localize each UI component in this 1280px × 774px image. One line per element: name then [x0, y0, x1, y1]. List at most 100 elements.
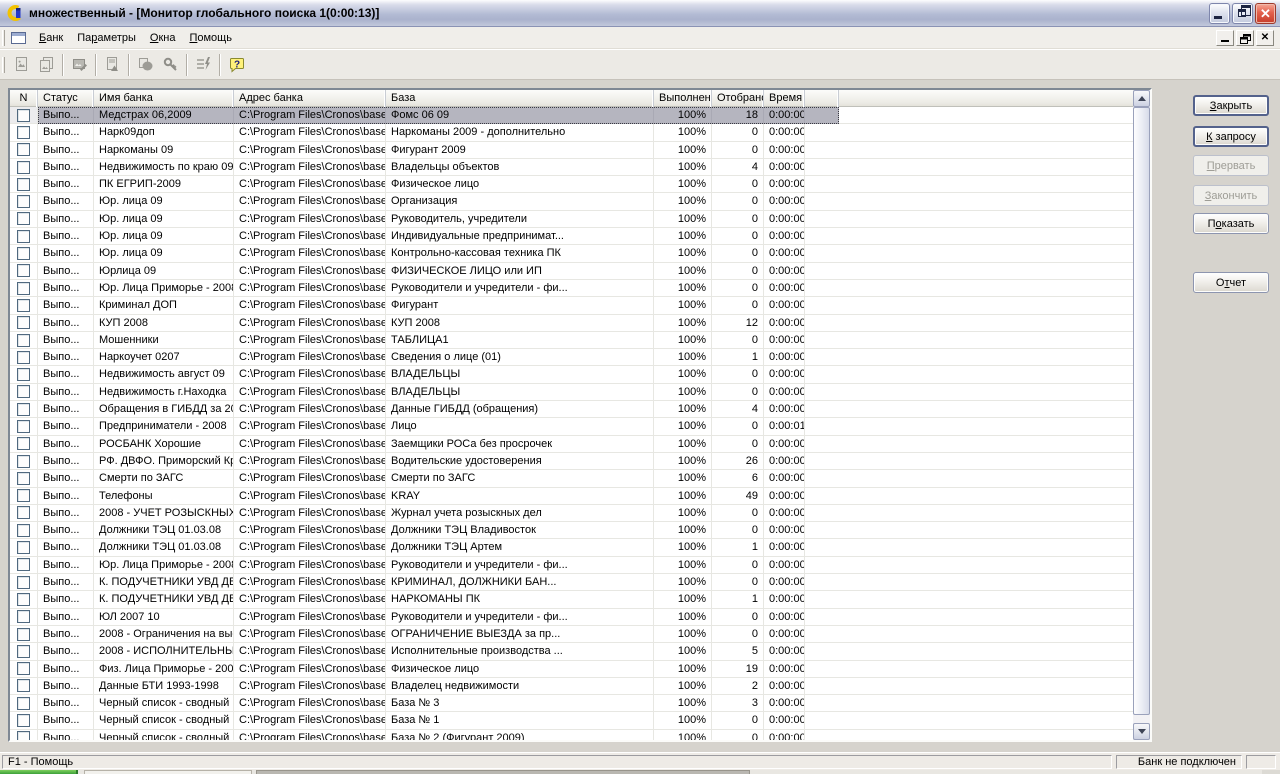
row-checkbox[interactable]: [17, 506, 30, 520]
column-header-status[interactable]: Статус: [38, 90, 94, 107]
toolbar-copy-button[interactable]: [134, 53, 157, 76]
row-checkbox[interactable]: [17, 108, 30, 122]
column-header-done[interactable]: Выполнено: [654, 90, 712, 107]
toolbar-view-doc-button[interactable]: [101, 53, 124, 76]
start-button-sliver[interactable]: [0, 770, 78, 774]
column-header-n[interactable]: N: [10, 90, 38, 107]
row-checkbox[interactable]: [17, 333, 30, 347]
row-checkbox[interactable]: [17, 679, 30, 693]
table-row[interactable]: Выпо...РФ. ДВФО. Приморский Край. Г...C:…: [10, 452, 1133, 471]
row-checkbox[interactable]: [17, 195, 30, 209]
mdi-restore-button[interactable]: [1236, 29, 1254, 46]
row-checkbox[interactable]: [17, 610, 30, 624]
taskbar-active-button-sliver[interactable]: [256, 770, 750, 774]
row-checkbox[interactable]: [17, 541, 30, 555]
table-row[interactable]: Выпо... Обращения в ГИБДД за 2008 C:\Progr…: [10, 401, 1133, 419]
table-row[interactable]: Выпо... КУП 2008 C:\Program Files\Cronos\b…: [10, 314, 1133, 332]
menu-item-help[interactable]: Помощь: [182, 29, 239, 47]
table-row[interactable]: Выпо... Юр. лица 09 C:\Program Files\Crono…: [10, 245, 1133, 263]
scroll-track[interactable]: [1133, 107, 1150, 723]
row-checkbox[interactable]: [17, 627, 30, 641]
row-checkbox[interactable]: [17, 592, 30, 606]
row-checkbox[interactable]: [17, 229, 30, 243]
row-checkbox[interactable]: [17, 247, 30, 261]
table-row[interactable]: Выпо... Мошенники C:\Program Files\Cronos\…: [10, 331, 1133, 350]
report-button[interactable]: Отчет: [1193, 272, 1269, 293]
table-row[interactable]: Выпо... Недвижимость г.Находка C:\Program …: [10, 383, 1133, 402]
column-header-time[interactable]: Время: [764, 90, 805, 107]
row-checkbox[interactable]: [17, 264, 30, 278]
table-row[interactable]: Выпо... РОСБАНК Хорошие C:\Program Files\C…: [10, 435, 1133, 453]
row-checkbox[interactable]: [17, 160, 30, 174]
table-row[interactable]: Выпо... Наркоманы 09 C:\Program Files\Cron…: [10, 141, 1133, 159]
scroll-up-button[interactable]: [1133, 90, 1150, 107]
row-checkbox[interactable]: [17, 350, 30, 364]
mdi-close-button[interactable]: ✕: [1256, 29, 1274, 46]
column-header-name[interactable]: Имя банка: [94, 90, 234, 107]
row-checkbox[interactable]: [17, 523, 30, 537]
row-checkbox[interactable]: [17, 212, 30, 226]
table-row[interactable]: Выпо... Недвижимость август 09 C:\Program …: [10, 366, 1133, 384]
toolbar-help-button[interactable]: ?: [225, 53, 248, 76]
row-checkbox[interactable]: [17, 644, 30, 658]
row-checkbox[interactable]: [17, 177, 30, 191]
row-checkbox[interactable]: [17, 125, 30, 139]
toolbar-properties-button[interactable]: [192, 53, 215, 76]
table-row[interactable]: Выпо... Смерти по ЗАГС C:\Program Files\Cr…: [10, 470, 1133, 488]
table-row[interactable]: Выпо... ПК ЕГРИП-2009 C:\Program Files\Cro…: [10, 176, 1133, 194]
table-row[interactable]: Выпо... Нарк09доп C:\Program Files\Cronos\…: [10, 124, 1133, 142]
table-row[interactable]: Выпо... Должники ТЭЦ 01.03.08 C:\Program F…: [10, 522, 1133, 540]
row-checkbox[interactable]: [17, 714, 30, 728]
row-checkbox[interactable]: [17, 575, 30, 589]
column-header-base[interactable]: База: [386, 90, 654, 107]
table-row[interactable]: Выпо... Наркоучет 0207 C:\Program Files\Cr…: [10, 349, 1133, 367]
row-checkbox[interactable]: [17, 454, 30, 468]
row-checkbox[interactable]: [17, 489, 30, 503]
toolbar-key-button[interactable]: [159, 53, 182, 76]
finish-button[interactable]: Закончить: [1193, 185, 1269, 206]
close-button[interactable]: ✕: [1255, 2, 1276, 24]
table-row[interactable]: Выпо... Юр. лица 09 C:\Program Files\Crono…: [10, 228, 1133, 246]
row-checkbox[interactable]: [17, 471, 30, 485]
close-button[interactable]: Закрыть: [1193, 95, 1269, 116]
row-checkbox[interactable]: [17, 437, 30, 451]
mdi-child-icon[interactable]: [11, 31, 27, 45]
row-checkbox[interactable]: [17, 281, 30, 295]
show-button[interactable]: Показать: [1193, 213, 1269, 234]
column-header-address[interactable]: Адрес банка: [234, 90, 386, 107]
table-row[interactable]: Выпо... Данные БТИ 1993-1998 C:\Program Fi…: [10, 677, 1133, 696]
scroll-down-button[interactable]: [1133, 723, 1150, 740]
table-row[interactable]: Выпо... Черный список - сводный C:\Program…: [10, 729, 1133, 740]
column-header-selected[interactable]: Отобрано: [712, 90, 764, 107]
mdi-minimize-button[interactable]: [1216, 29, 1234, 46]
to-query-button[interactable]: К запросу: [1193, 126, 1269, 147]
table-row[interactable]: Выпо... Телефоны C:\Program Files\Cronos\b…: [10, 487, 1133, 505]
row-checkbox[interactable]: [17, 696, 30, 710]
table-row[interactable]: Выпо... Недвижимость по краю 09 C:\Program…: [10, 158, 1133, 177]
scroll-thumb[interactable]: [1133, 107, 1150, 715]
row-checkbox[interactable]: [17, 731, 30, 740]
table-row[interactable]: Выпо... Предприниматели - 2008 C:\Program …: [10, 418, 1133, 436]
table-row[interactable]: Выпо...Юр. Лица Приморье - 2008 октябр..…: [10, 279, 1133, 298]
row-checkbox[interactable]: [17, 143, 30, 157]
table-row[interactable]: Выпо...К. ПОДУЧЕТНИКИ УВД ДВ ОКР...C:\Pr…: [10, 574, 1133, 592]
table-row[interactable]: Выпо... Должники ТЭЦ 01.03.08 C:\Program F…: [10, 539, 1133, 557]
table-row[interactable]: Выпо...Физ. Лица Приморье - 2008 мартC:\…: [10, 660, 1133, 678]
table-row[interactable]: Выпо... Черный список - сводный C:\Program…: [10, 695, 1133, 713]
menu-item-windows[interactable]: Окна: [143, 29, 183, 47]
row-checkbox[interactable]: [17, 402, 30, 416]
menu-gripper[interactable]: [2, 29, 5, 46]
table-row[interactable]: Выпо...К. ПОДУЧЕТНИКИ УВД ДВ ОКР...C:\Pr…: [10, 591, 1133, 609]
menu-item-parameters[interactable]: Параметры: [70, 29, 143, 47]
taskbar-button-sliver[interactable]: [84, 770, 252, 774]
toolbar-open-banks-button[interactable]: [35, 53, 58, 76]
toolbar-edit-image-button[interactable]: [68, 53, 91, 76]
table-row[interactable]: Выпо... Юрлица 09 C:\Program Files\Cronos\…: [10, 262, 1133, 280]
row-checkbox[interactable]: [17, 419, 30, 433]
row-checkbox[interactable]: [17, 385, 30, 399]
menu-item-bank[interactable]: Банк: [32, 29, 70, 47]
table-row[interactable]: Выпо... Медстрах 06,2009 C:\Program Files\…: [10, 107, 1133, 125]
row-checkbox[interactable]: [17, 316, 30, 330]
toolbar-open-bank-button[interactable]: [10, 53, 33, 76]
toolbar-gripper[interactable]: [2, 56, 5, 73]
